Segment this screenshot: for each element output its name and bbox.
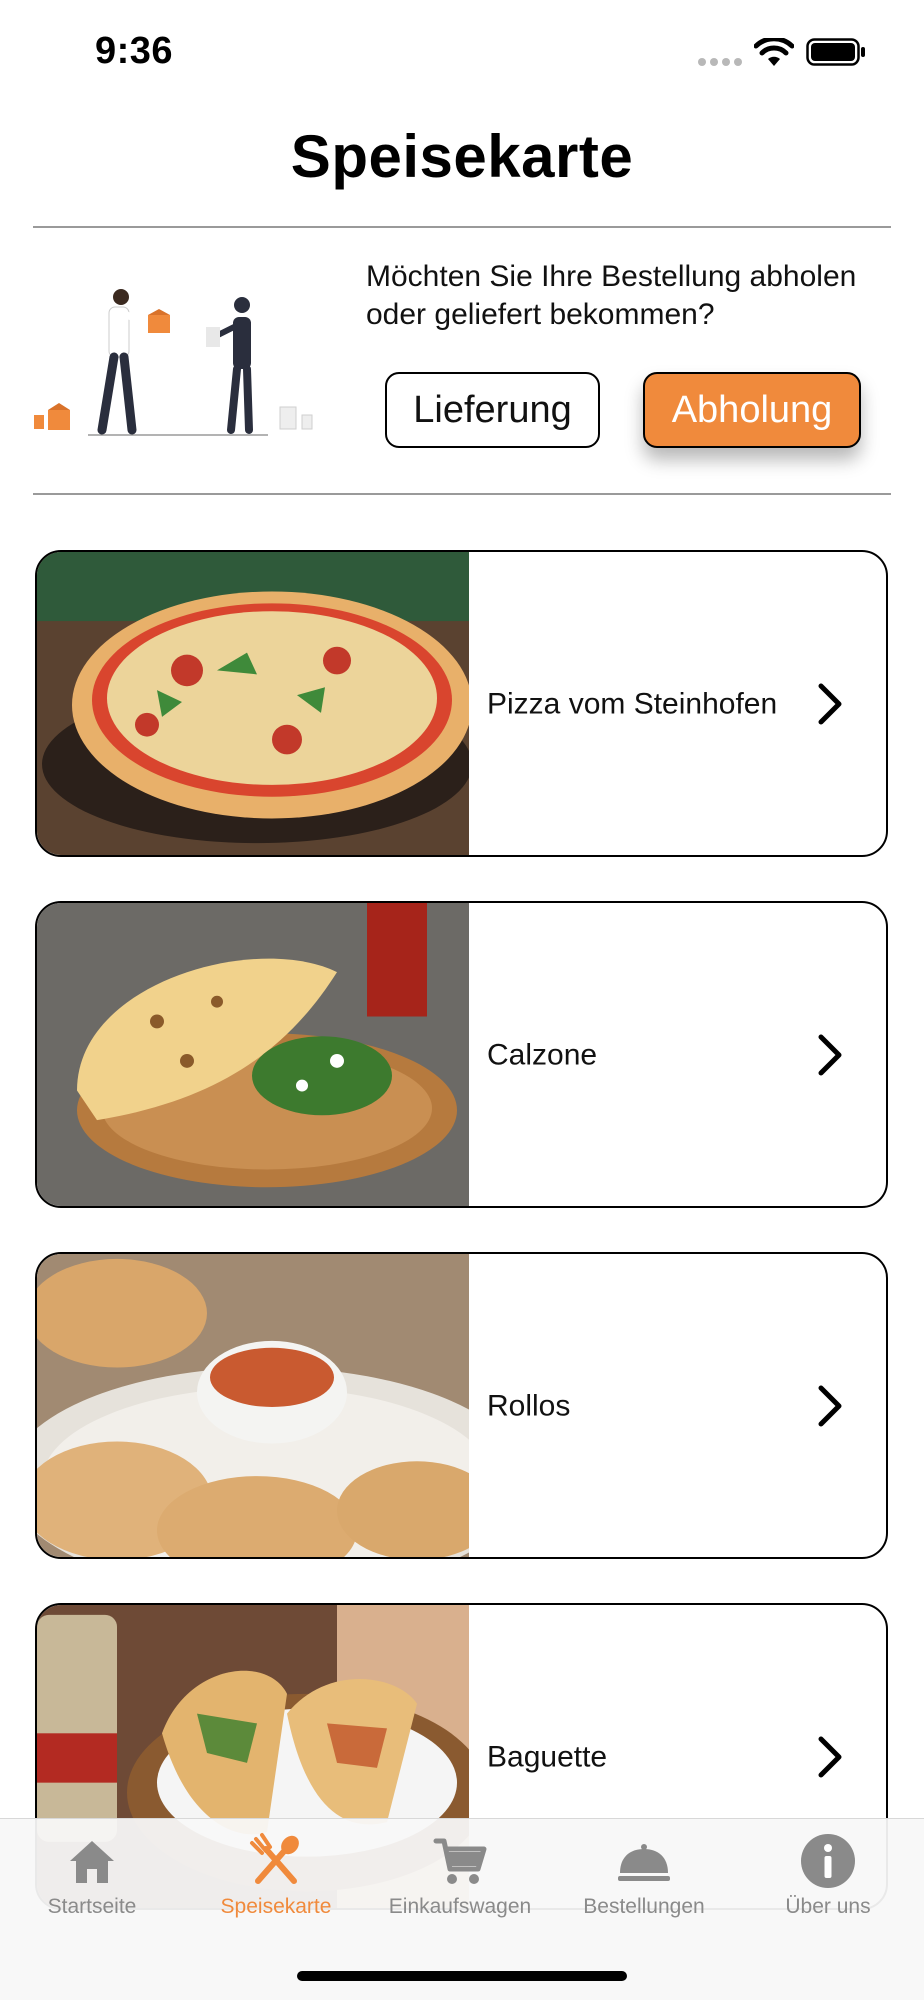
category-label: Rollos (487, 1389, 571, 1422)
category-card-pizza[interactable]: Pizza vom Steinhofen (35, 550, 888, 857)
chevron-right-icon (818, 683, 842, 724)
chevron-right-icon (818, 1034, 842, 1075)
category-label: Pizza vom Steinhofen (487, 687, 778, 720)
tab-bestellungen[interactable]: Bestellungen (552, 1819, 736, 1939)
tab-label: Speisekarte (220, 1895, 332, 1918)
rollos-photo (37, 1254, 469, 1557)
cart-icon (433, 1838, 487, 1884)
tab-einkaufswagen[interactable]: Einkaufswagen (368, 1819, 552, 1939)
calzone-photo (37, 903, 469, 1206)
category-label: Baguette (487, 1740, 608, 1773)
tab-startseite[interactable]: Startseite (0, 1819, 184, 1939)
chevron-right-icon (818, 1385, 842, 1426)
pizza-photo (37, 552, 469, 855)
home-icon (70, 1841, 114, 1883)
delivery-question: Möchten Sie Ihre Bestellung abholen oder… (366, 260, 857, 331)
status-bar: 9:36 (0, 0, 924, 100)
category-card-rollos[interactable]: Rollos (35, 1252, 888, 1559)
battery-icon (806, 38, 865, 66)
cutlery-icon (250, 1833, 299, 1884)
section-divider (33, 493, 891, 495)
tab-label: Bestellungen (583, 1895, 705, 1918)
tab-label: Einkaufswagen (388, 1895, 532, 1918)
pickup-button[interactable]: Abholung (643, 372, 861, 448)
chevron-right-icon (818, 1736, 842, 1777)
page-title: Speisekarte (290, 123, 634, 190)
tab-speisekarte[interactable]: Speisekarte (184, 1819, 368, 1939)
home-indicator (297, 1971, 627, 1981)
tab-label: Startseite (47, 1895, 137, 1918)
tab-label: Über uns (785, 1895, 871, 1918)
signal-dots-icon (698, 58, 742, 66)
cloche-icon (618, 1844, 670, 1881)
status-time: 9:36 (95, 30, 174, 72)
category-card-calzone[interactable]: Calzone (35, 901, 888, 1208)
header-divider (33, 226, 891, 228)
wifi-icon (754, 38, 794, 66)
category-label: Calzone (487, 1038, 598, 1071)
tab-ueber-uns[interactable]: Über uns (736, 1819, 920, 1939)
delivery-button[interactable]: Lieferung (385, 372, 600, 448)
info-icon (801, 1834, 855, 1888)
delivery-handover-illustration (34, 289, 313, 436)
